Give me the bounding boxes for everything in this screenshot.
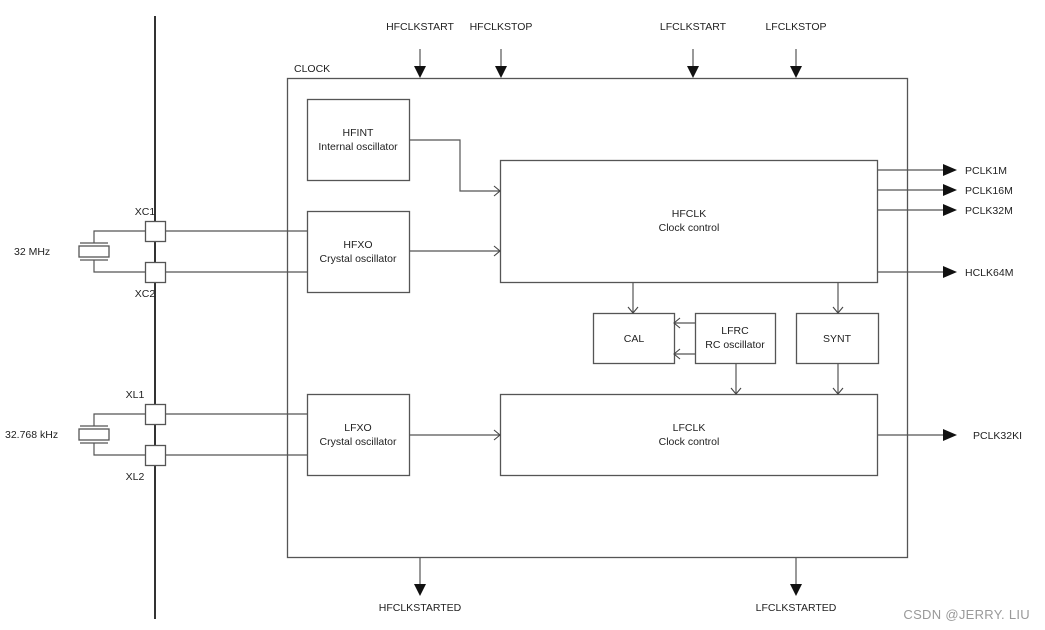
arrow-down-icon [790, 584, 802, 596]
lfclkstart-label: LFCLKSTART [660, 21, 727, 33]
arrow-down-icon [790, 66, 802, 78]
pclk32m-label: PCLK32M [965, 205, 1013, 217]
block-cal: CAL [592, 312, 676, 365]
arrow-right-icon [943, 266, 957, 278]
arrow-right-icon [943, 204, 957, 216]
hfxo-title: HFXO [343, 239, 372, 251]
block-hfclk: HFCLK Clock control [499, 159, 879, 284]
block-hfxo: HFXO Crystal oscillator [306, 210, 411, 294]
crystal-icon [78, 428, 110, 441]
watermark: CSDN @JERRY. LIU [903, 607, 1030, 622]
hfclkstop-label: HFCLKSTOP [470, 21, 533, 33]
clock-container-label: CLOCK [294, 63, 330, 75]
top-input-lfclkstop: LFCLKSTOP [765, 21, 827, 78]
pin-xl2-label: XL2 [126, 471, 145, 483]
hfclk-title: HFCLK [672, 208, 706, 220]
block-synt: SYNT [795, 312, 880, 365]
hclk64m-label: HCLK64M [965, 267, 1013, 279]
lfclk-title: LFCLK [673, 422, 706, 434]
block-lfrc: LFRC RC oscillator [694, 312, 777, 365]
arrow-down-icon [414, 66, 426, 78]
pin-xc2-label: XC2 [135, 288, 156, 300]
hfclkstarted-label: HFCLKSTARTED [379, 602, 462, 614]
arrow-right-icon [943, 184, 957, 196]
arrow-down-icon [414, 584, 426, 596]
bottom-output-lfclkstarted: LFCLKSTARTED [756, 557, 837, 614]
hfclkstart-label: HFCLKSTART [386, 21, 454, 33]
top-input-hfclkstart: HFCLKSTART [386, 21, 455, 78]
arrow-right-icon [943, 429, 957, 441]
arrow-down-icon [687, 66, 699, 78]
block-lfxo: LFXO Crystal oscillator [306, 393, 411, 477]
clock-block-diagram: CLOCK HFCLKSTART HFCLKSTOP LFCLKSTART LF… [5, 16, 1030, 622]
pin-xl1-label: XL1 [126, 389, 145, 401]
lfclkstarted-label: LFCLKSTARTED [756, 602, 837, 614]
crystal-icon [78, 245, 110, 258]
lfxo-subtitle: Crystal oscillator [319, 436, 397, 448]
lfxo-title: LFXO [344, 422, 371, 434]
bottom-output-hfclkstarted: HFCLKSTARTED [379, 557, 462, 614]
cal-title: CAL [624, 333, 645, 345]
lf-crystal: 32.768 kHz [5, 413, 155, 456]
pclk16m-label: PCLK16M [965, 185, 1013, 197]
arrow-down-icon [495, 66, 507, 78]
top-input-lfclkstart: LFCLKSTART [660, 21, 727, 78]
pclk1m-label: PCLK1M [965, 165, 1007, 177]
synt-title: SYNT [823, 333, 852, 345]
hf-crystal: 32 MHz [14, 230, 155, 273]
pin-xl1: XL1 [126, 389, 167, 426]
hfint-title: HFINT [343, 127, 374, 139]
hfxo-subtitle: Crystal oscillator [319, 253, 397, 265]
hfclk-subtitle: Clock control [659, 222, 720, 234]
lfrc-title: LFRC [721, 325, 749, 337]
lfclk-subtitle: Clock control [659, 436, 720, 448]
pin-xl2: XL2 [126, 444, 167, 483]
lfrc-subtitle: RC oscillator [705, 339, 765, 351]
pin-xc2: XC2 [135, 261, 167, 300]
pclk32ki-label: PCLK32KI [973, 430, 1022, 442]
pin-xc1-label: XC1 [135, 206, 156, 218]
block-lfclk: LFCLK Clock control [499, 393, 879, 477]
block-hfint: HFINT Internal oscillator [306, 98, 411, 182]
hf-crystal-frequency: 32 MHz [14, 246, 50, 258]
top-input-hfclkstop: HFCLKSTOP [470, 21, 533, 78]
pin-xc1: XC1 [135, 206, 167, 243]
lf-crystal-frequency: 32.768 kHz [5, 429, 58, 441]
hfint-subtitle: Internal oscillator [318, 141, 398, 153]
lfclkstop-label: LFCLKSTOP [765, 21, 826, 33]
arrow-right-icon [943, 164, 957, 176]
